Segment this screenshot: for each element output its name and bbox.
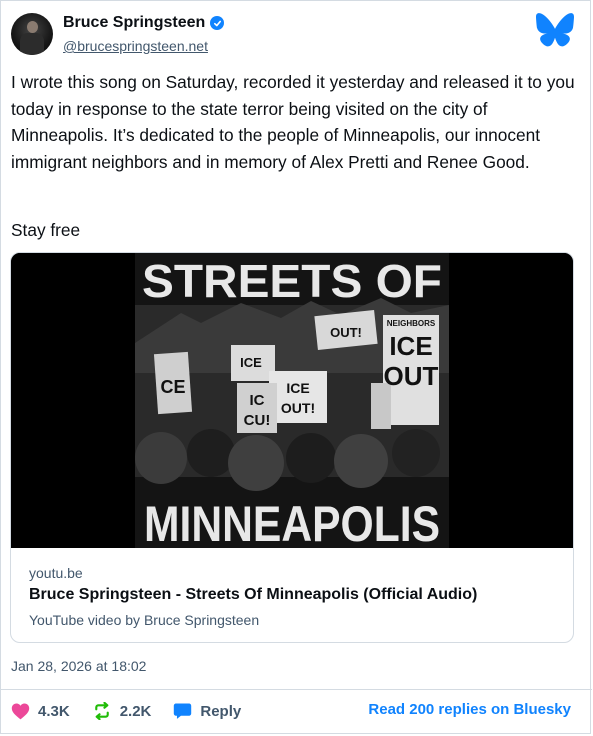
embed-description: YouTube video by Bruce Springsteen bbox=[29, 612, 260, 628]
repost-icon bbox=[94, 702, 109, 720]
video-thumbnail[interactable]: ICE ICE OUT! IC CU! ICE OUT NEIGHBORS CE… bbox=[11, 253, 573, 552]
svg-text:OUT!: OUT! bbox=[330, 325, 362, 340]
read-replies-link[interactable]: Read 200 replies on Bluesky bbox=[368, 701, 571, 718]
reply-label: Reply bbox=[200, 702, 242, 720]
like-count: 4.3K bbox=[38, 702, 70, 720]
album-title-top: STREETS OF bbox=[142, 255, 442, 307]
action-bar: 4.3K 2.2K Reply bbox=[11, 700, 263, 722]
like-button[interactable]: 4.3K bbox=[11, 702, 70, 720]
author-name-row[interactable]: Bruce Springsteen bbox=[63, 14, 225, 32]
avatar-body bbox=[20, 33, 44, 55]
repost-button[interactable]: 2.2K bbox=[92, 702, 152, 720]
svg-text:OUT: OUT bbox=[384, 361, 439, 391]
author-handle[interactable]: @brucespringsteen.net bbox=[63, 38, 208, 54]
svg-text:ICE: ICE bbox=[389, 331, 432, 361]
repost-count: 2.2K bbox=[119, 702, 152, 720]
svg-text:CU!: CU! bbox=[244, 412, 271, 429]
svg-text:CE: CE bbox=[160, 377, 185, 397]
sign-ice: ICE bbox=[240, 355, 262, 370]
post-card: Bruce Springsteen @brucespringsteen.net … bbox=[0, 0, 592, 734]
avatar-head bbox=[27, 21, 38, 33]
album-title-bottom: MINNEAPOLIS bbox=[144, 496, 440, 548]
bluesky-butterfly-icon[interactable] bbox=[536, 13, 574, 47]
svg-text:NEIGHBORS: NEIGHBORS bbox=[387, 319, 436, 328]
post-body: I wrote this song on Saturday, recorded … bbox=[11, 72, 575, 172]
link-embed-card[interactable]: ICE ICE OUT! IC CU! ICE OUT NEIGHBORS CE… bbox=[10, 252, 574, 643]
svg-text:ICE: ICE bbox=[286, 380, 309, 396]
reply-button[interactable]: Reply bbox=[173, 702, 241, 720]
embed-title[interactable]: Bruce Springsteen - Streets Of Minneapol… bbox=[29, 586, 477, 604]
post-text: I wrote this song on Saturday, recorded … bbox=[11, 69, 581, 175]
avatar[interactable] bbox=[11, 13, 53, 55]
heart-icon bbox=[11, 703, 30, 720]
author-name[interactable]: Bruce Springsteen bbox=[63, 14, 205, 32]
svg-text:OUT!: OUT! bbox=[281, 400, 315, 416]
svg-text:IC: IC bbox=[250, 392, 265, 409]
post-signoff: Stay free bbox=[11, 220, 81, 240]
embed-domain: youtu.be bbox=[29, 565, 83, 581]
divider bbox=[1, 689, 592, 690]
post-timestamp[interactable]: Jan 28, 2026 at 18:02 bbox=[11, 658, 146, 674]
verified-check-icon bbox=[210, 16, 225, 30]
reply-bubble-icon bbox=[174, 703, 192, 719]
album-art-image: ICE ICE OUT! IC CU! ICE OUT NEIGHBORS CE… bbox=[11, 253, 573, 552]
